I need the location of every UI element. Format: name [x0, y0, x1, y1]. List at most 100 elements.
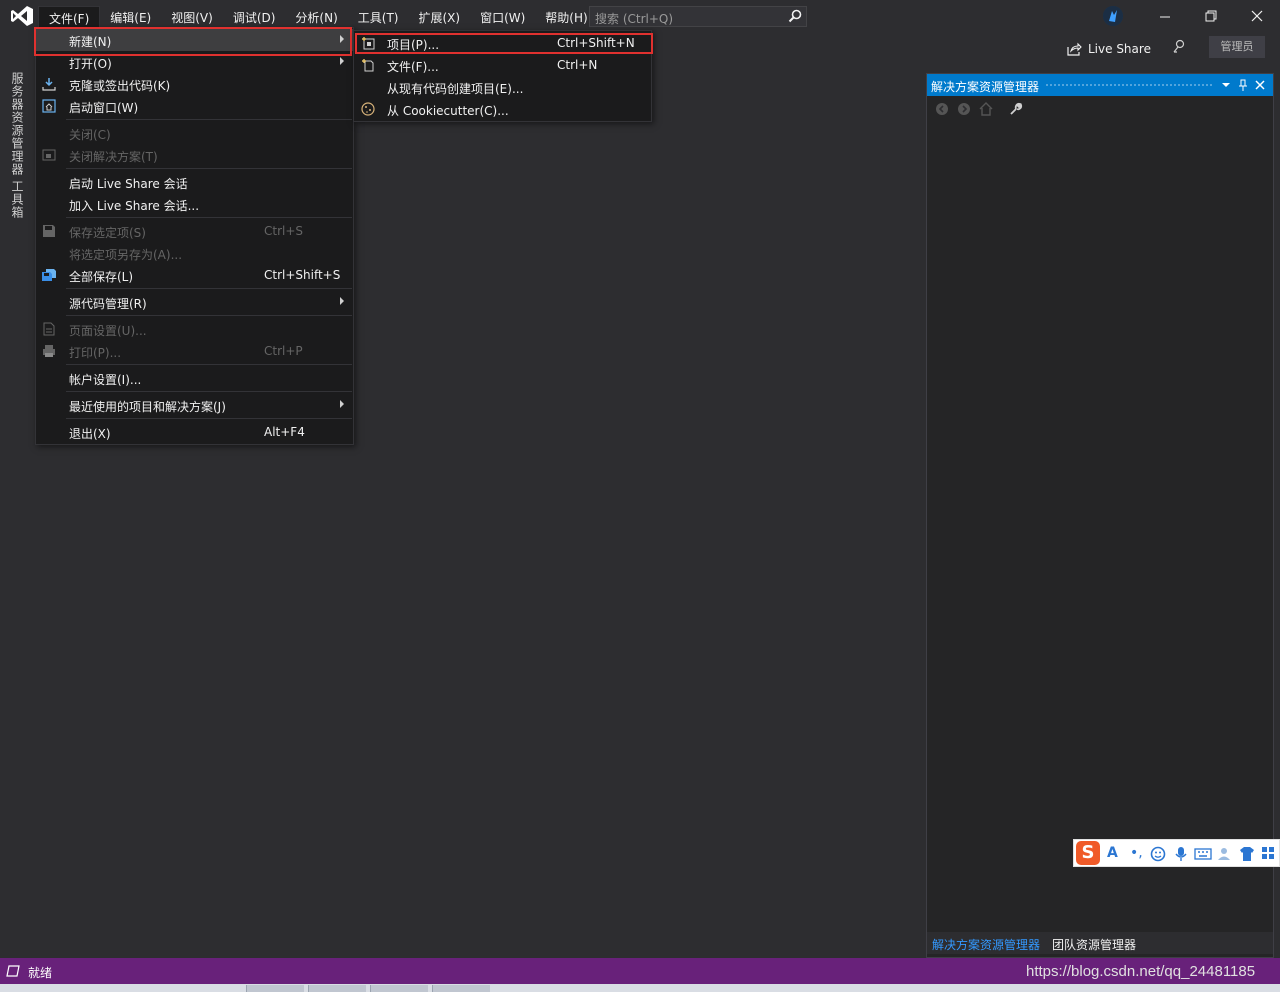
header-grip	[1045, 83, 1213, 88]
download-icon	[42, 78, 56, 91]
page-setup-icon	[43, 322, 55, 336]
close-icon	[1251, 10, 1263, 22]
pin-button[interactable]	[1236, 77, 1250, 93]
minimize-button[interactable]	[1155, 6, 1175, 26]
menu-item-exit[interactable]: 退出(X) Alt+F4	[36, 421, 353, 443]
menu-item-save-selected-as-label: 将选定项另存为(A)...	[69, 248, 183, 262]
menu-debug[interactable]: 调试(D)	[223, 6, 286, 28]
taskbar-app[interactable]	[432, 985, 490, 992]
menu-item-save-selected-shortcut: Ctrl+S	[264, 224, 304, 238]
menu-item-account-settings[interactable]: 帐户设置(I)...	[36, 367, 353, 389]
submenu-item-from-existing-code[interactable]: 从现有代码创建项目(E)...	[354, 76, 651, 98]
menu-item-save-selected-as[interactable]: 将选定项另存为(A)...	[36, 242, 353, 264]
menu-item-start-liveshare[interactable]: 启动 Live Share 会话	[36, 171, 353, 193]
menu-item-source-control[interactable]: 源代码管理(R)	[36, 291, 353, 313]
feedback-icon[interactable]	[1171, 38, 1187, 54]
account-avatar[interactable]	[1103, 6, 1123, 26]
panel-menu-button[interactable]	[1219, 77, 1233, 93]
back-icon[interactable]	[935, 102, 949, 116]
close-window-button[interactable]	[1247, 6, 1267, 26]
home-icon[interactable]	[979, 102, 993, 116]
taskbar-app[interactable]	[308, 985, 366, 992]
menu-item-close-label: 关闭(C)	[69, 128, 111, 142]
wrench-icon[interactable]	[1009, 102, 1023, 116]
menu-window[interactable]: 窗口(W)	[470, 6, 535, 28]
menu-item-save-all-shortcut: Ctrl+Shift+S	[264, 268, 341, 282]
close-panel-button[interactable]	[1253, 77, 1267, 93]
solution-explorer-header: 解决方案资源管理器	[927, 74, 1273, 96]
watermark-text: https://blog.csdn.net/qq_24481185	[1026, 963, 1256, 980]
menu-separator	[66, 288, 352, 289]
menu-edit[interactable]: 编辑(E)	[100, 6, 161, 28]
menu-item-close-solution[interactable]: 关闭解决方案(T)	[36, 144, 353, 166]
user-icon[interactable]	[1217, 847, 1233, 861]
admin-button[interactable]: 管理员	[1209, 36, 1265, 58]
solution-explorer-toolbar	[927, 96, 1273, 122]
start-window-icon	[42, 99, 56, 113]
chevron-down-icon	[1222, 83, 1230, 87]
menu-item-recent[interactable]: 最近使用的项目和解决方案(J)	[36, 394, 353, 416]
menu-bar: 文件(F) 编辑(E) 视图(V) 调试(D) 分析(N) 工具(T) 扩展(X…	[38, 6, 598, 28]
submenu-item-cookiecutter-label: 从 Cookiecutter(C)...	[387, 104, 509, 118]
microphone-icon[interactable]	[1174, 846, 1188, 862]
menu-separator	[66, 418, 352, 419]
menu-file[interactable]: 文件(F)	[38, 6, 101, 28]
menu-separator	[66, 315, 352, 316]
solution-explorer-body	[927, 122, 1273, 932]
menu-item-print-shortcut: Ctrl+P	[264, 344, 303, 358]
menu-item-page-setup[interactable]: 页面设置(U)...	[36, 318, 353, 340]
menu-item-clone[interactable]: 克隆或签出代码(K)	[36, 73, 353, 95]
solution-explorer-tabs: 解决方案资源管理器 团队资源管理器	[927, 932, 1273, 954]
close-solution-icon	[42, 149, 56, 161]
close-icon	[1255, 80, 1265, 90]
restore-button[interactable]	[1201, 6, 1221, 26]
taskbar-app[interactable]	[370, 985, 428, 992]
search-placeholder: 搜索 (Ctrl+Q)	[595, 12, 674, 26]
menu-item-print-label: 打印(P)...	[69, 346, 122, 360]
submenu-item-cookiecutter[interactable]: 从 Cookiecutter(C)...	[354, 98, 651, 120]
punctuation-icon[interactable]: •,	[1130, 845, 1143, 861]
server-explorer-tab[interactable]: 服务器资源管理器	[9, 72, 26, 176]
menu-view[interactable]: 视图(V)	[161, 6, 223, 28]
ime-toolbar: S A •,	[1073, 839, 1280, 867]
submenu-item-file-shortcut: Ctrl+N	[557, 58, 598, 72]
menu-item-start-window[interactable]: 启动窗口(W)	[36, 95, 353, 117]
live-share-button[interactable]: Live Share	[1066, 40, 1151, 58]
menu-item-save-selected[interactable]: 保存选定项(S) Ctrl+S	[36, 220, 353, 242]
share-icon	[1067, 42, 1082, 56]
tab-team-explorer[interactable]: 团队资源管理器	[1052, 936, 1136, 953]
submenu-item-file[interactable]: 文件(F)... Ctrl+N	[354, 54, 651, 76]
toolbox-grid-icon[interactable]	[1261, 846, 1275, 860]
menu-analyze[interactable]: 分析(N)	[285, 6, 347, 28]
save-all-icon	[42, 269, 56, 281]
menu-item-clone-label: 克隆或签出代码(K)	[69, 79, 171, 93]
visual-studio-logo-icon	[11, 6, 33, 26]
skin-icon[interactable]	[1239, 846, 1255, 862]
menu-separator	[66, 391, 352, 392]
menu-item-close-solution-label: 关闭解决方案(T)	[69, 150, 158, 164]
menu-item-save-all[interactable]: 全部保存(L) Ctrl+Shift+S	[36, 264, 353, 286]
taskbar-app[interactable]	[246, 985, 304, 992]
toolbox-tab[interactable]: 工具箱	[9, 180, 26, 219]
menu-item-exit-label: 退出(X)	[69, 427, 111, 441]
menu-item-print[interactable]: 打印(P)... Ctrl+P	[36, 340, 353, 362]
file-menu-dropdown: 新建(N) 打开(O) 克隆或签出代码(K) 启动窗口(W) 关闭(C) 关闭解…	[35, 27, 354, 445]
menu-extensions[interactable]: 扩展(X)	[408, 6, 470, 28]
status-icon	[6, 965, 20, 977]
forward-icon[interactable]	[957, 102, 971, 116]
left-tool-strip: 服务器资源管理器 工具箱	[0, 62, 33, 958]
menu-separator	[66, 217, 352, 218]
menu-item-join-liveshare-label: 加入 Live Share 会话...	[69, 199, 200, 213]
tab-solution-explorer[interactable]: 解决方案资源管理器	[932, 936, 1040, 953]
font-icon[interactable]: A	[1107, 845, 1118, 861]
menu-item-join-liveshare[interactable]: 加入 Live Share 会话...	[36, 193, 353, 215]
menu-item-open-label: 打开(O)	[69, 57, 112, 71]
search-input[interactable]: 搜索 (Ctrl+Q)	[589, 6, 807, 27]
menu-tools[interactable]: 工具(T)	[348, 6, 409, 28]
emoji-icon[interactable]	[1150, 846, 1166, 862]
avatar-icon	[1103, 6, 1123, 26]
keyboard-icon[interactable]	[1194, 848, 1212, 860]
sogou-logo-icon[interactable]: S	[1076, 841, 1100, 865]
menu-item-close[interactable]: 关闭(C)	[36, 122, 353, 144]
new-file-icon	[362, 59, 374, 72]
